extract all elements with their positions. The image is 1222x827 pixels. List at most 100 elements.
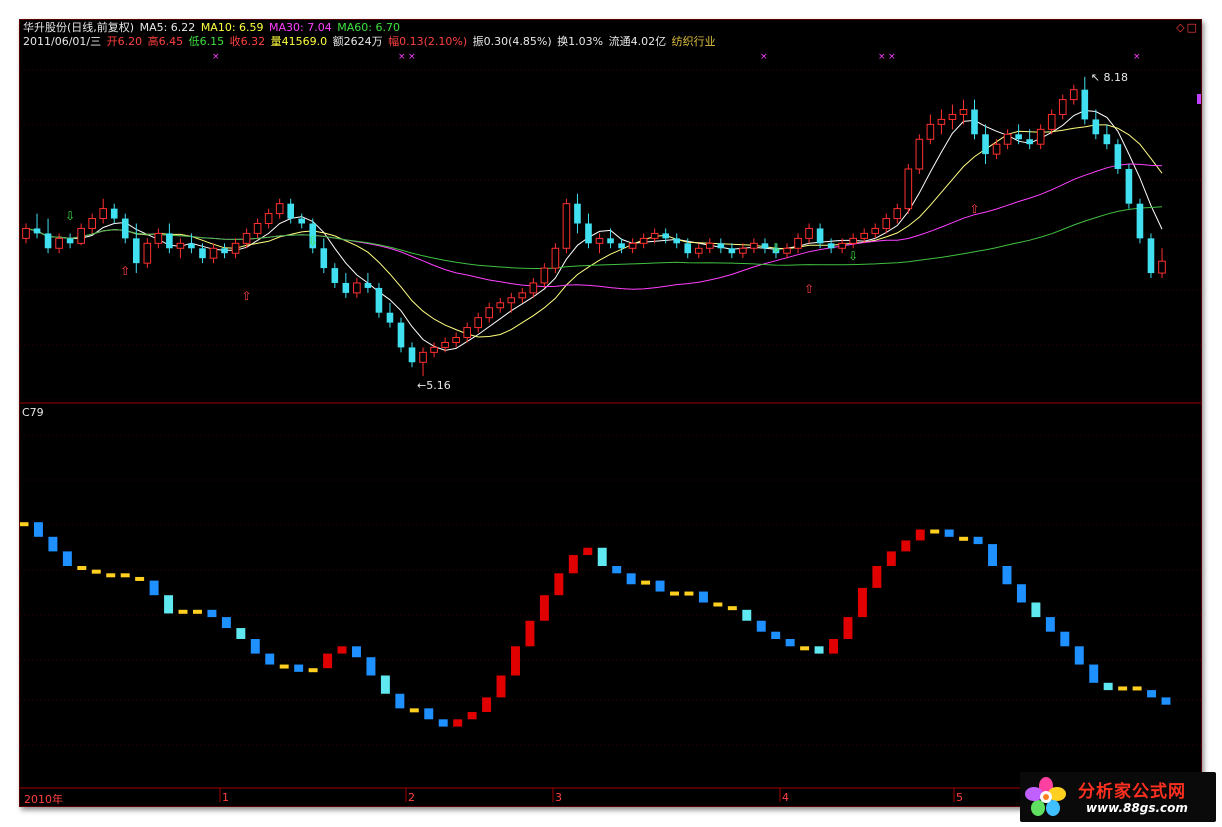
indicator-bar xyxy=(149,580,159,596)
indicator-bar xyxy=(236,628,246,639)
candle-body xyxy=(717,243,725,249)
candle-body xyxy=(1103,134,1111,145)
window-controls[interactable]: ◇□ xyxy=(1176,21,1199,34)
indicator-bar xyxy=(192,609,202,614)
indicator-bar xyxy=(164,595,174,614)
indicator-bar xyxy=(380,675,390,694)
up-arrow-marker: ⇧ xyxy=(242,289,252,303)
chart-canvas[interactable]: ↖ 8.18←5.16 × × × × × × ×⇩⇩ ⇩⇩⇧⇧ ⇧⇧ xyxy=(20,20,1201,806)
candle-body xyxy=(595,237,604,244)
indicator-bar xyxy=(930,529,940,534)
candle-body xyxy=(673,238,681,244)
indicator-bar xyxy=(785,639,795,647)
up-arrow-marker: ⇧ xyxy=(120,264,130,278)
indicator-bar xyxy=(684,591,694,596)
indicator-bar xyxy=(829,639,839,654)
indicator-bar xyxy=(814,646,824,654)
indicator-bar xyxy=(901,540,911,552)
candle-body xyxy=(1003,133,1012,145)
candle-body xyxy=(99,208,108,220)
candle-body xyxy=(176,242,185,249)
candle-body xyxy=(639,237,648,244)
quote-volume: 量41569.0 xyxy=(270,35,328,48)
candle-body xyxy=(628,242,637,249)
indicator-bar xyxy=(366,657,376,676)
candle-body xyxy=(607,238,614,244)
candle-body xyxy=(971,109,978,135)
candle-body xyxy=(132,238,140,264)
indicator-bar xyxy=(135,576,145,581)
ma10-line xyxy=(25,124,1163,338)
candle-body xyxy=(209,247,218,259)
indicator-bar xyxy=(438,719,448,727)
candle-body xyxy=(650,232,659,239)
quote-industry: 纺织行业 xyxy=(671,35,716,48)
candle-body xyxy=(110,208,118,219)
candle-body xyxy=(188,243,195,249)
candle-body xyxy=(408,347,416,363)
indicator-bar xyxy=(1118,686,1128,691)
indicator-bar xyxy=(120,573,130,578)
quote-turnover: 换1.03% xyxy=(557,35,604,48)
ma-legend: 华升股份(日线,前复权) MA5: 6.22 MA10: 6.59 MA30: … xyxy=(23,21,402,34)
quote-high: 高6.45 xyxy=(147,35,184,48)
candle-body xyxy=(1158,260,1166,274)
candle-body xyxy=(386,312,394,323)
quote-change: 幅0.13(2.10%) xyxy=(388,35,468,48)
candle-body xyxy=(871,227,880,234)
quote-low: 低6.15 xyxy=(188,35,225,48)
candle-body xyxy=(1026,139,1033,145)
ma30-value: MA30: 7.04 xyxy=(269,21,332,34)
indicator-bar xyxy=(91,569,101,574)
indicator-bar xyxy=(409,708,419,713)
indicator-bar xyxy=(279,664,289,669)
candle-body xyxy=(496,302,505,309)
indicator-bar xyxy=(351,646,361,658)
indicator-bar xyxy=(20,522,29,527)
candle-body xyxy=(463,327,471,338)
ma60-value: MA60: 6.70 xyxy=(337,21,400,34)
candle-body xyxy=(540,267,549,284)
watermark-url: www.88gs.com xyxy=(1086,801,1188,815)
candle-body xyxy=(1092,119,1100,135)
indicator-bar xyxy=(886,551,896,566)
indicator-bar xyxy=(771,631,781,639)
signal-x-marker: × xyxy=(212,52,220,62)
indicator-bar xyxy=(959,536,969,541)
indicator-bar xyxy=(713,602,723,607)
ma30-line xyxy=(25,163,1163,290)
indicator-bar xyxy=(453,719,463,727)
watermark-title: 分析家公式网 xyxy=(1078,782,1186,802)
candle-body xyxy=(783,247,791,254)
candle-body xyxy=(585,223,592,244)
candle-body xyxy=(397,322,405,348)
indicator-bar xyxy=(424,708,434,720)
indicator-bar xyxy=(395,693,405,709)
grid-lines xyxy=(20,69,1201,802)
indicator-bar xyxy=(496,675,506,698)
indicator-bar xyxy=(1132,686,1142,691)
candle-body xyxy=(948,113,957,120)
indicator-bars xyxy=(20,522,1171,727)
candle-body xyxy=(22,227,30,239)
ma5-line xyxy=(25,109,1163,351)
candle-body xyxy=(926,123,935,140)
indicator-bar xyxy=(323,653,333,669)
indicator-bar xyxy=(221,617,231,629)
candle-body xyxy=(66,238,74,244)
candle-body xyxy=(77,227,85,244)
candle-body xyxy=(739,247,747,254)
candle-body xyxy=(562,203,571,249)
indicator-bar xyxy=(467,712,477,720)
signal-x-marker: × xyxy=(408,52,416,62)
indicator-bar xyxy=(1060,631,1070,647)
candle-body xyxy=(1081,89,1089,120)
scroll-marker[interactable] xyxy=(1197,94,1201,104)
candle-body xyxy=(1015,134,1022,140)
chart-window[interactable]: ↖ 8.18 ←5.16 × × × × × × × ⇩ ⇩ ⇩ ⇩ ⇧ ⇧ ⇧ ⇧ 华升股份(日线,前复权)… xyxy=(19,19,1202,807)
candle-body xyxy=(529,282,538,294)
indicator-bar xyxy=(872,566,882,588)
candle-body xyxy=(121,218,129,239)
indicator-bar xyxy=(742,609,752,621)
indicator-bar xyxy=(482,697,492,712)
